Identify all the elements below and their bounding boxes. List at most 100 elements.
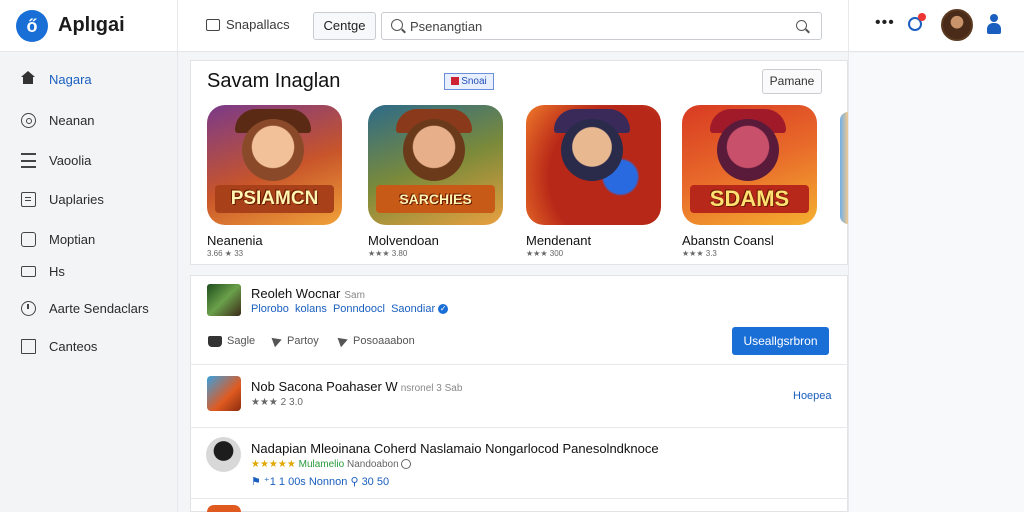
grid-icon bbox=[21, 152, 36, 168]
featured-more-button[interactable]: Pamane bbox=[762, 69, 822, 94]
check-icon bbox=[401, 459, 412, 470]
action-label: Sagle bbox=[227, 335, 256, 347]
action-label: Partoy bbox=[287, 335, 319, 347]
install-button[interactable]: Useallgsrbron bbox=[732, 327, 829, 355]
game-artwork[interactable] bbox=[526, 105, 661, 225]
list-item-rating: ★★★ 2 3.0 bbox=[251, 397, 303, 408]
next-game-peek[interactable] bbox=[840, 112, 848, 224]
clock-icon bbox=[21, 300, 36, 316]
sidebar-item-7[interactable]: Aarte Sendaclars bbox=[0, 291, 177, 325]
sidebar-item-label: Moptian bbox=[49, 231, 96, 247]
sidebar-item-label: Vaoolia bbox=[49, 152, 92, 168]
car-icon bbox=[208, 335, 222, 347]
game-rating: ★★★ 300 bbox=[526, 249, 564, 258]
star-rating: ★★★★★ bbox=[251, 459, 296, 470]
sidebar-item-8[interactable]: Canteos bbox=[0, 329, 177, 363]
sidebar-item-label: Nagara bbox=[49, 71, 92, 87]
home-icon bbox=[21, 71, 35, 84]
search-submit-icon[interactable] bbox=[796, 20, 807, 31]
game-card[interactable]: PSIAMCN Neanenia 3.66 ★ 33 bbox=[207, 105, 342, 258]
circle-icon bbox=[21, 112, 36, 128]
search-bar[interactable] bbox=[381, 12, 822, 40]
app-thumbnail[interactable] bbox=[207, 376, 241, 411]
chip-icon bbox=[451, 77, 460, 86]
app-thumbnail[interactable] bbox=[207, 505, 241, 512]
user-icon[interactable] bbox=[986, 14, 1002, 36]
title-sub: Sam bbox=[344, 290, 365, 301]
pin-icon bbox=[21, 231, 36, 247]
row-divider bbox=[190, 427, 848, 428]
list-item-title[interactable]: Reoleh Wocnar Sam bbox=[251, 286, 365, 301]
title-sub: nsronel 3 Sab bbox=[400, 383, 463, 394]
app-logo-icon[interactable]: ő bbox=[16, 10, 48, 42]
character-face bbox=[561, 119, 623, 181]
send-icon bbox=[337, 334, 350, 348]
action-send[interactable]: Posoaaabon bbox=[337, 334, 415, 348]
title-text: Reoleh Wocnar bbox=[251, 286, 341, 301]
app-title: Aplıgai bbox=[58, 14, 125, 36]
sidebar-item-label: Canteos bbox=[49, 338, 98, 354]
game-title: Mendenant bbox=[526, 233, 592, 248]
game-artwork[interactable]: PSIAMCN bbox=[207, 105, 342, 225]
game-card[interactable]: Mendenant ★★★ 300 bbox=[526, 105, 661, 258]
tag-link[interactable]: Plorobo bbox=[251, 303, 289, 315]
game-rating: ★★★ 3.80 bbox=[368, 249, 408, 258]
doc-icon bbox=[21, 338, 36, 354]
right-pane bbox=[849, 53, 1024, 512]
game-artwork[interactable]: SARCHIES bbox=[368, 105, 503, 225]
sidebar-item-2[interactable]: Neanan bbox=[0, 103, 177, 137]
row-divider bbox=[190, 498, 848, 499]
game-artwork[interactable]: SDAMS bbox=[682, 105, 817, 225]
top-bar: ő Aplıgai Snapallacs Centge ••• bbox=[0, 0, 1024, 52]
sidebar-item-5[interactable]: Moptian bbox=[0, 222, 177, 256]
game-card[interactable]: SDAMS Abanstn Coansl ★★★ 3.3 bbox=[682, 105, 817, 258]
row-divider bbox=[190, 364, 848, 365]
tag-link[interactable]: kolans bbox=[295, 303, 327, 315]
list-item-links: Plorobo kolans Ponndoocl Saondiar ✓ bbox=[251, 303, 449, 315]
more-icon[interactable]: ••• bbox=[875, 14, 895, 32]
tag-link[interactable]: Ponndoocl bbox=[333, 303, 385, 315]
game-rating: 3.66 ★ 33 bbox=[207, 249, 244, 258]
game-card[interactable]: SARCHIES Molvendoan ★★★ 3.80 bbox=[368, 105, 503, 258]
game-banner: SDAMS bbox=[690, 185, 809, 213]
section-selector[interactable]: Snapallacs bbox=[206, 17, 290, 32]
game-banner: SARCHIES bbox=[376, 185, 495, 213]
sidebar-item-home[interactable]: Nagara bbox=[0, 62, 177, 96]
row-action-link[interactable]: Hoepea bbox=[793, 390, 832, 402]
action-forward[interactable]: Partoy bbox=[271, 334, 319, 348]
character-face bbox=[242, 119, 304, 181]
sidebar-item-4[interactable]: Uaplaries bbox=[0, 182, 177, 216]
list-item-stats: ⚑ ⁺1 1 00s Nonnon ⚲ 30 50 bbox=[251, 476, 390, 488]
avatar[interactable] bbox=[206, 437, 241, 472]
game-banner: PSIAMCN bbox=[215, 185, 334, 213]
list-item-meta: ★★★★★ Mulamelio Nandoabon bbox=[251, 459, 412, 470]
search-input[interactable] bbox=[410, 17, 790, 35]
sidebar-item-label: Neanan bbox=[49, 112, 95, 128]
title-text: Nob Sacona Poahaser W bbox=[251, 379, 398, 394]
sidebar-item-label: Hs bbox=[49, 263, 65, 279]
section-label: Snapallacs bbox=[226, 17, 290, 32]
box-icon bbox=[21, 191, 36, 207]
list-item-title[interactable]: Nob Sacona Poahaser Wnsronel 3 Sab bbox=[251, 379, 462, 394]
game-title: Molvendoan bbox=[368, 233, 439, 248]
app-thumbnail[interactable] bbox=[207, 284, 241, 316]
apps-icon bbox=[206, 18, 220, 31]
center-button[interactable]: Centge bbox=[313, 12, 376, 40]
character-face bbox=[403, 119, 465, 181]
game-rating: ★★★ 3.3 bbox=[682, 249, 717, 258]
sidebar: Nagara Neanan Vaoolia Uaplaries Moptian … bbox=[0, 53, 177, 512]
avatar[interactable] bbox=[941, 9, 973, 41]
game-title: Neanenia bbox=[207, 233, 263, 248]
action-share[interactable]: Sagle bbox=[208, 335, 255, 347]
action-label: Posoaaabon bbox=[353, 335, 415, 347]
sidebar-item-6[interactable]: Hs bbox=[0, 254, 177, 288]
featured-chip[interactable]: Snoai bbox=[444, 73, 494, 90]
list-item-title[interactable]: Nadapian Mleoinana Coherd Naslamaio Nong… bbox=[251, 441, 659, 456]
chip-label: Snoai bbox=[461, 76, 487, 87]
category-label[interactable]: Mulamelio bbox=[299, 459, 345, 470]
arrow-icon bbox=[271, 334, 284, 348]
tag-link[interactable]: Saondiar bbox=[391, 303, 435, 315]
image-icon bbox=[21, 265, 36, 277]
character-face bbox=[717, 119, 779, 181]
sidebar-item-3[interactable]: Vaoolia bbox=[0, 143, 177, 177]
